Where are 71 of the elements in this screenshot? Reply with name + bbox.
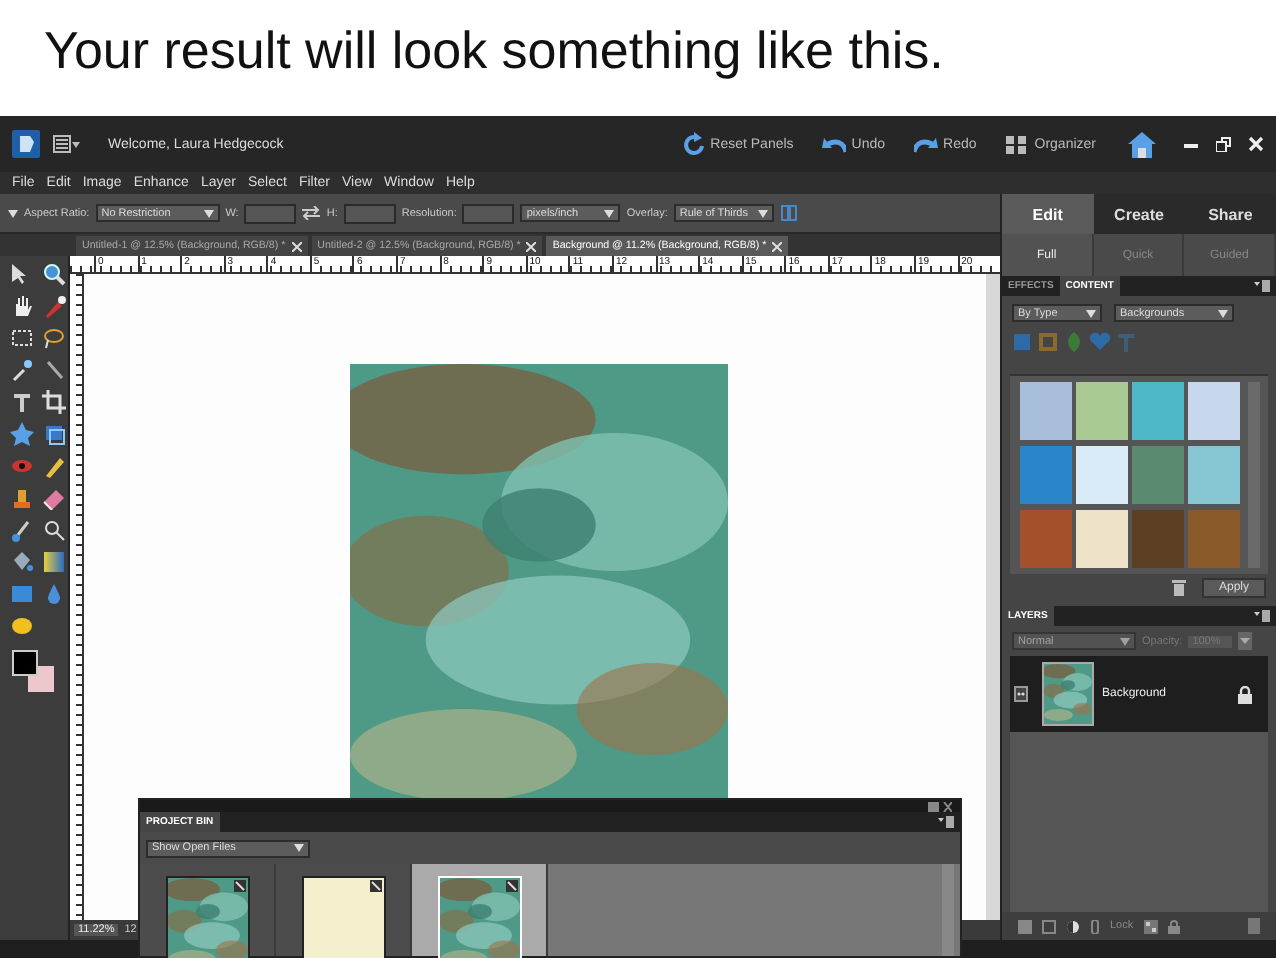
collapse-icon[interactable] (928, 801, 952, 811)
crop-icon[interactable] (42, 390, 66, 414)
bucket-icon[interactable] (10, 550, 34, 574)
pencil-icon[interactable] (42, 454, 66, 478)
scroll-bar[interactable] (986, 274, 1000, 920)
gradient-icon[interactable] (42, 550, 66, 574)
swap-icon[interactable] (302, 206, 321, 220)
close-icon[interactable] (291, 241, 302, 251)
panel-menu-icon[interactable] (938, 816, 954, 828)
resolution-field[interactable] (462, 203, 515, 223)
lock-icon[interactable] (1238, 685, 1252, 703)
drop-icon[interactable] (42, 582, 66, 606)
grid-icon (1004, 132, 1029, 156)
close-icon[interactable] (1248, 136, 1264, 152)
wand-icon[interactable] (10, 358, 34, 382)
height-field[interactable] (343, 203, 396, 223)
background-thumbnail[interactable] (1188, 382, 1240, 440)
caret-icon[interactable] (757, 209, 768, 217)
workspace-icon[interactable] (52, 134, 80, 154)
caret-icon[interactable] (8, 209, 18, 217)
hand-icon[interactable] (10, 294, 34, 318)
background-thumbnail[interactable] (1132, 446, 1184, 504)
paper-thumbnail (303, 878, 383, 958)
caret-icon[interactable] (203, 209, 214, 217)
mode-tab[interactable]: Share (1184, 194, 1276, 234)
mode-tab[interactable]: Edit (1002, 194, 1094, 234)
width-field[interactable] (244, 203, 297, 223)
visibility-icon[interactable] (1014, 686, 1028, 702)
background-thumbnail[interactable] (1132, 382, 1184, 440)
lasso-icon[interactable] (42, 326, 66, 350)
caret-icon[interactable] (1086, 309, 1096, 317)
slide-title: Your result will look something like this. (42, 18, 946, 84)
rectangle-icon[interactable] (10, 582, 34, 606)
stamp-icon[interactable] (10, 486, 34, 510)
lock-pixels-icon[interactable] (1143, 919, 1158, 933)
background-thumbnail[interactable] (1132, 510, 1184, 568)
caret-icon[interactable] (1218, 309, 1228, 317)
close-icon[interactable] (526, 241, 537, 251)
background-thumbnail[interactable] (1188, 446, 1240, 504)
background-thumbnail[interactable] (1076, 382, 1128, 440)
reset-icon (680, 132, 705, 156)
caret-icon[interactable] (1120, 637, 1130, 645)
square-icon[interactable] (42, 422, 66, 446)
panel-menu-icon[interactable] (1254, 610, 1270, 622)
file-cell[interactable] (140, 864, 276, 956)
background-thumbnail[interactable] (1188, 510, 1240, 568)
marquee-icon[interactable] (10, 326, 34, 350)
type-icon[interactable] (10, 390, 34, 414)
zoom-icon[interactable] (42, 262, 66, 286)
panel-menu-icon[interactable] (1254, 280, 1270, 292)
caret-icon[interactable] (604, 209, 615, 217)
home-icon[interactable] (1128, 131, 1156, 157)
adjustment-icon[interactable] (1066, 919, 1080, 933)
eye-icon[interactable] (10, 454, 34, 478)
background-thumbnail[interactable] (1076, 510, 1128, 568)
file-cell[interactable] (412, 864, 548, 956)
caret-icon[interactable] (294, 844, 304, 852)
app-logo-icon (12, 130, 40, 158)
eraser-icon[interactable] (42, 486, 66, 510)
eyedropper-icon[interactable] (42, 294, 66, 318)
color-swatches-drawing[interactable] (12, 650, 56, 694)
background-thumbnail[interactable] (1020, 382, 1072, 440)
background-thumbnail[interactable] (1076, 446, 1128, 504)
background-thumbnail[interactable] (1020, 510, 1072, 568)
mode-tab[interactable]: Create (1093, 194, 1185, 234)
new-group-icon[interactable] (1042, 919, 1056, 933)
star-icon[interactable] (10, 422, 34, 446)
scroll-bar[interactable] (942, 864, 954, 956)
caret-icon[interactable] (1238, 632, 1253, 650)
restore-icon[interactable] (1216, 136, 1232, 152)
background-thumbnail[interactable] (1020, 446, 1072, 504)
